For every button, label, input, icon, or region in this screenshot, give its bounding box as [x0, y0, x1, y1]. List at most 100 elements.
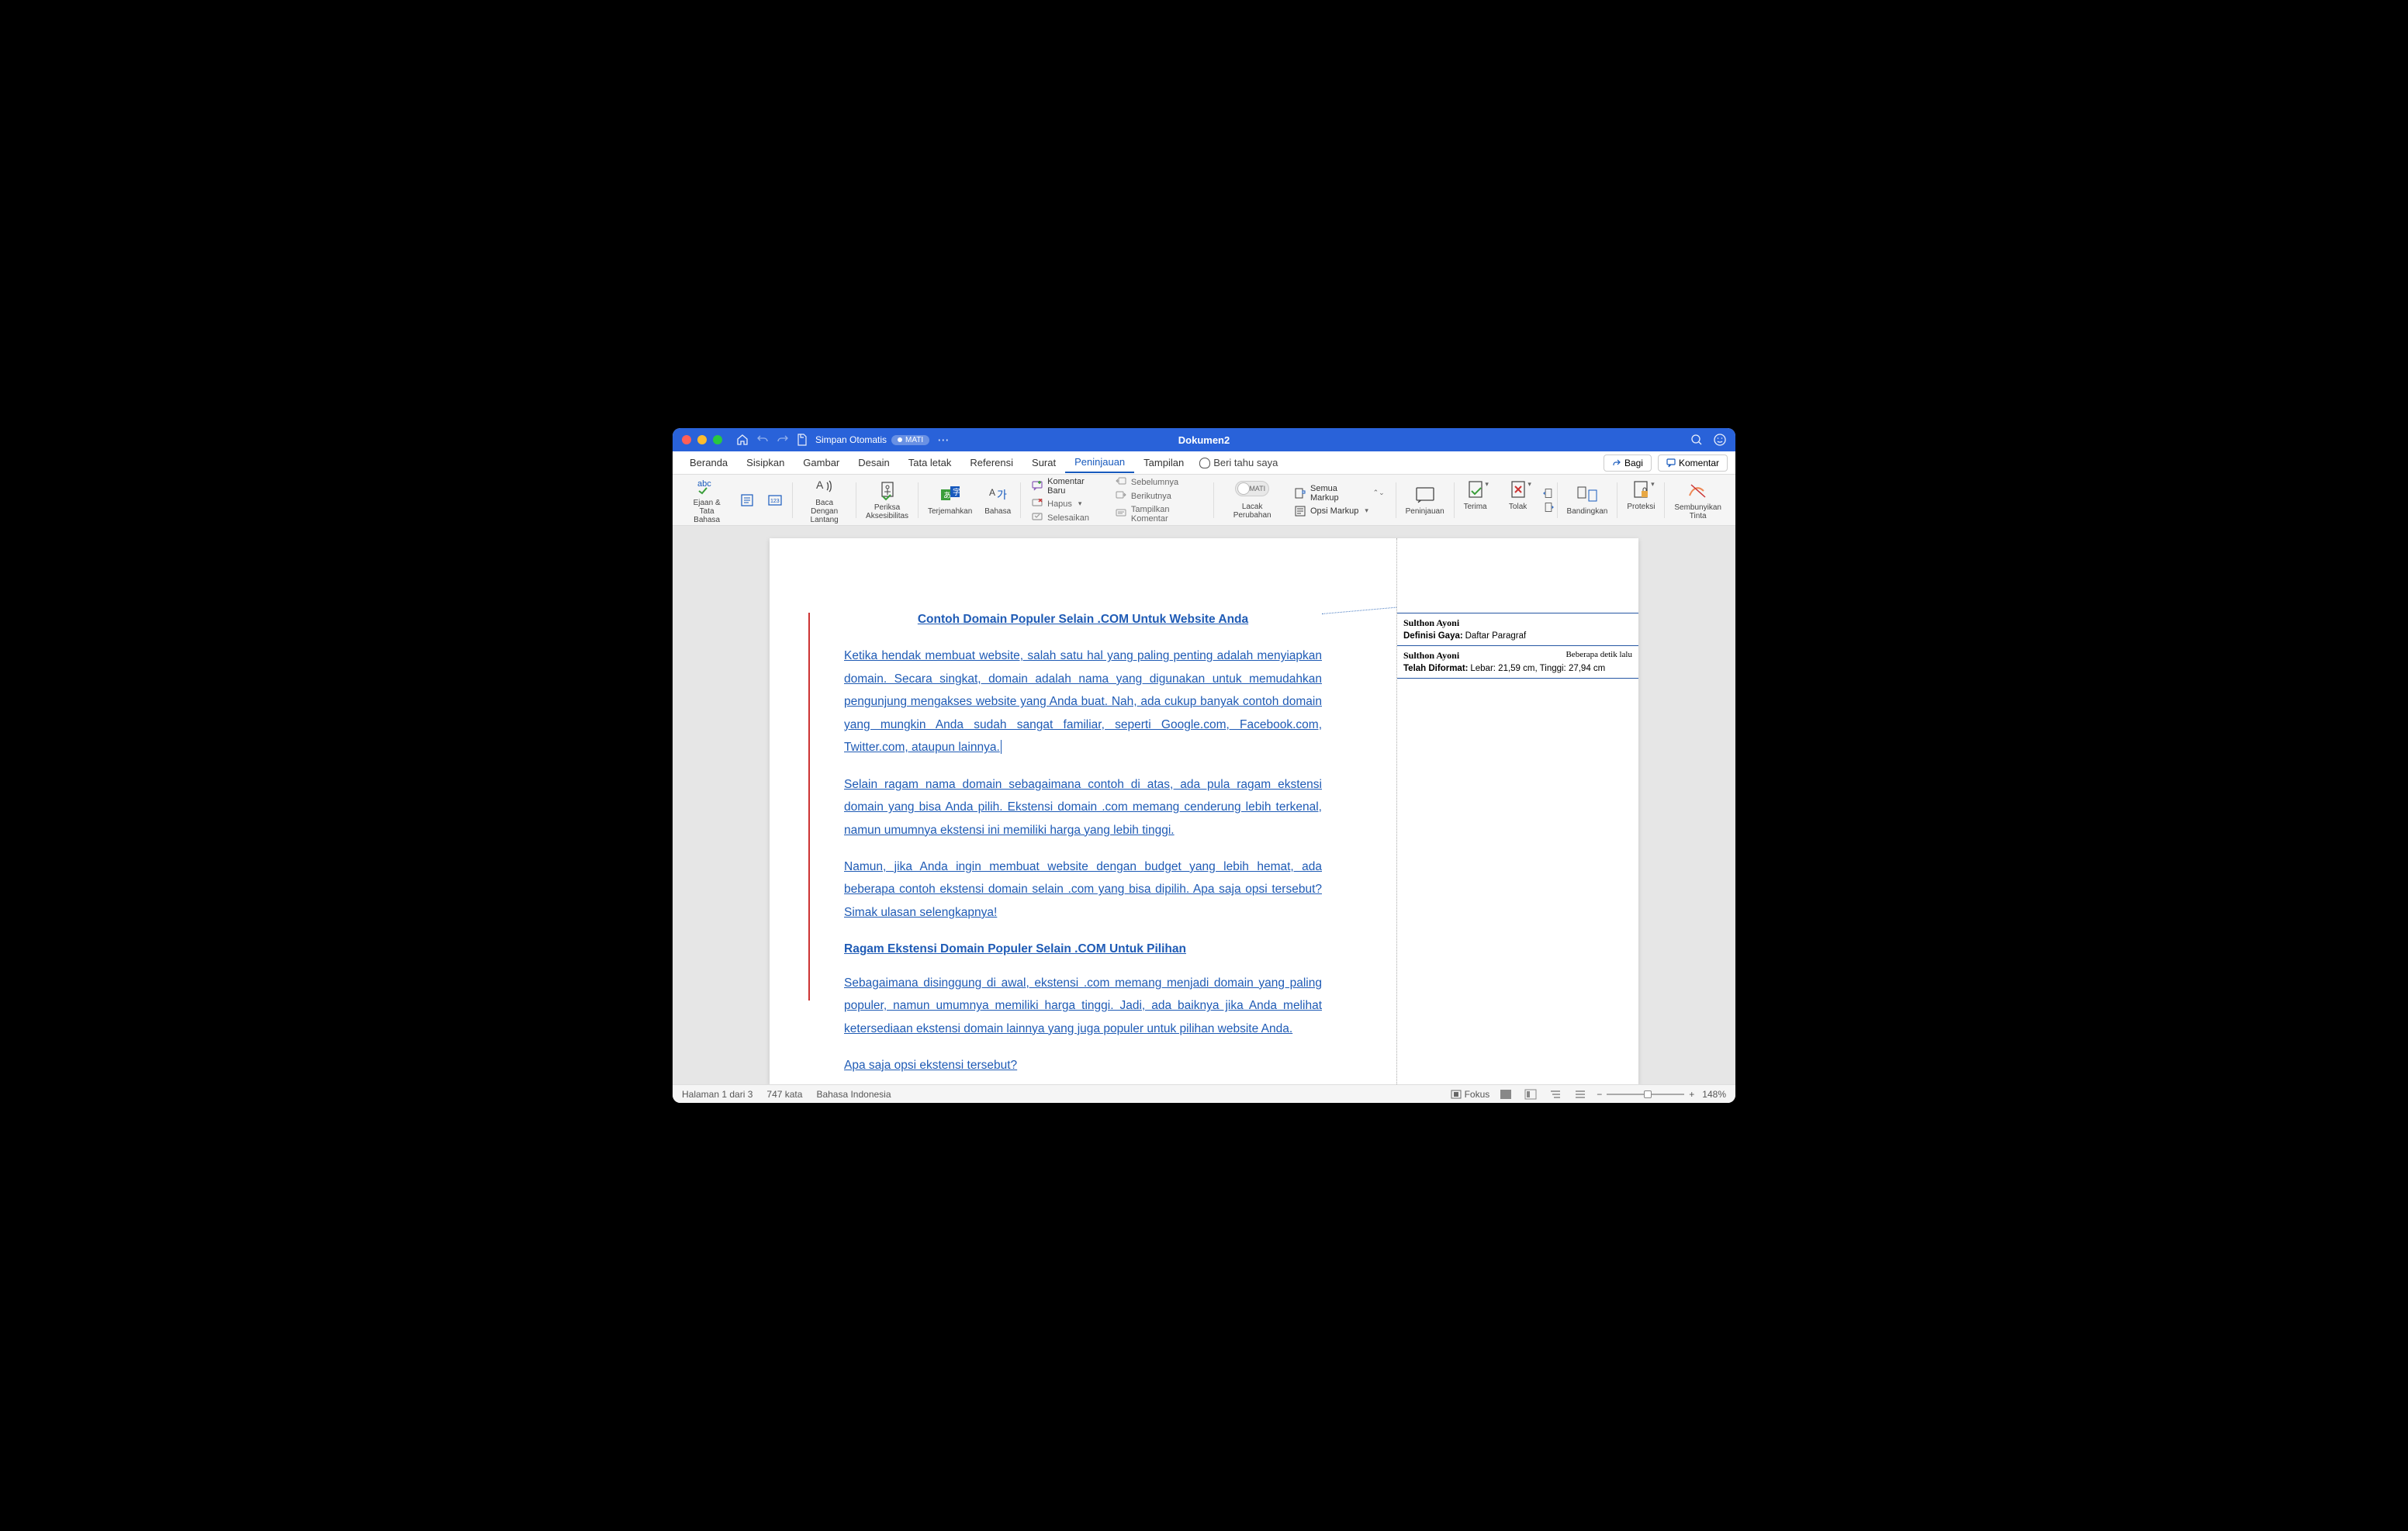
next-change-button[interactable]	[1543, 502, 1554, 513]
tab-gambar[interactable]: Gambar	[794, 453, 849, 472]
previous-icon	[1116, 477, 1126, 488]
svg-text:字: 字	[953, 487, 960, 497]
chevron-down-icon: ▾	[1365, 506, 1368, 515]
document-title: Dokumen2	[1178, 434, 1230, 446]
zoom-track[interactable]	[1607, 1094, 1684, 1095]
hide-ink-button[interactable]: Sembunyikan Tinta	[1668, 480, 1728, 520]
reject-label: Tolak	[1509, 503, 1527, 511]
track-changes-toggle[interactable]: MATI Lacak Perubahan	[1217, 481, 1287, 520]
tab-tataletak[interactable]: Tata letak	[899, 453, 961, 472]
show-comments-button[interactable]: Tampilkan Komentar	[1112, 504, 1206, 524]
tab-sisipkan[interactable]: Sisipkan	[737, 453, 794, 472]
reject-icon	[1507, 479, 1529, 501]
window-controls	[682, 435, 722, 444]
chevron-down-icon: ▾	[1527, 480, 1531, 489]
save-icon[interactable]	[797, 434, 808, 446]
redo-icon[interactable]	[777, 434, 789, 446]
page[interactable]: Contoh Domain Populer Selain .COM Untuk …	[770, 538, 1638, 1084]
word-count[interactable]: 747 kata	[766, 1089, 802, 1100]
resolve-label: Selesaikan	[1047, 513, 1089, 523]
tab-tampilan[interactable]: Tampilan	[1134, 453, 1193, 472]
comments-button[interactable]: Komentar	[1658, 454, 1728, 472]
accept-button[interactable]: Terima ▾	[1458, 479, 1493, 521]
bulb-icon	[1199, 458, 1210, 468]
reviewing-pane-button[interactable]: Peninjauan	[1399, 484, 1451, 516]
translate-button[interactable]: あ字 Terjemahkan	[922, 484, 978, 516]
zoom-in-button[interactable]: +	[1689, 1089, 1694, 1100]
translate-label: Terjemahkan	[928, 507, 972, 516]
titlebar: Simpan Otomatis MATI ⋯ Dokumen2	[673, 428, 1735, 451]
comment-delete-icon	[1032, 499, 1043, 510]
tab-referensi[interactable]: Referensi	[960, 453, 1022, 472]
undo-icon[interactable]	[756, 434, 769, 446]
protect-label: Proteksi	[1627, 503, 1655, 511]
protect-icon	[1630, 479, 1652, 501]
zoom-slider[interactable]: − +	[1597, 1089, 1694, 1100]
accessibility-button[interactable]: Periksa Aksesibilitas	[860, 480, 915, 520]
next-comment-button[interactable]: Berikutnya	[1112, 490, 1206, 503]
hide-ink-label: Sembunyikan Tinta	[1674, 503, 1721, 520]
zoom-out-button[interactable]: −	[1597, 1089, 1602, 1100]
paragraph-1: Ketika hendak membuat website, salah sat…	[844, 645, 1322, 759]
outline-view-button[interactable]	[1547, 1088, 1564, 1101]
previous-comment-button[interactable]: Sebelumnya	[1112, 476, 1206, 489]
share-button[interactable]: Bagi	[1604, 454, 1652, 472]
track-toggle[interactable]: MATI	[1235, 481, 1269, 496]
document-canvas: Contoh Domain Populer Selain .COM Untuk …	[673, 526, 1735, 1084]
compare-button[interactable]: Bandingkan	[1561, 484, 1614, 516]
thesaurus-button[interactable]	[733, 489, 761, 511]
reject-button[interactable]: Tolak ▾	[1501, 479, 1535, 521]
spelling-grammar-button[interactable]: abc Ejaan & Tata Bahasa	[680, 475, 733, 524]
zoom-thumb[interactable]	[1644, 1090, 1652, 1098]
accessibility-icon	[877, 480, 898, 502]
markup-display-selector[interactable]: Semua Markup ⌃⌄	[1292, 483, 1388, 503]
language-button[interactable]: A가 Bahasa	[978, 484, 1017, 516]
svg-text:가: 가	[997, 489, 1007, 501]
draft-view-button[interactable]	[1572, 1088, 1589, 1101]
page-indicator[interactable]: Halaman 1 dari 3	[682, 1089, 752, 1100]
home-icon[interactable]	[736, 434, 749, 446]
zoom-window-button[interactable]	[713, 435, 722, 444]
focus-mode-button[interactable]: Fokus	[1451, 1089, 1490, 1100]
new-comment-button[interactable]: Komentar Baru	[1029, 476, 1103, 496]
tab-surat[interactable]: Surat	[1022, 453, 1065, 472]
search-icon[interactable]	[1690, 434, 1703, 446]
svg-text:123: 123	[770, 499, 780, 504]
autosave-status[interactable]: Simpan Otomatis MATI	[815, 434, 929, 445]
emoji-icon[interactable]	[1714, 434, 1726, 446]
resolve-comment-button[interactable]: Selesaikan	[1029, 512, 1103, 524]
close-window-button[interactable]	[682, 435, 691, 444]
tell-me-label: Beri tahu saya	[1213, 457, 1278, 468]
chevron-down-icon: ▾	[1078, 499, 1082, 508]
reviewing-label: Peninjauan	[1406, 507, 1444, 516]
spelling-icon: abc	[696, 475, 718, 497]
markup-card-1[interactable]: Sulthon Ayoni Definisi Gaya: Daftar Para…	[1397, 613, 1638, 646]
compare-label: Bandingkan	[1567, 507, 1608, 516]
tell-me-search[interactable]: Beri tahu saya	[1199, 457, 1278, 468]
new-comment-label: Komentar Baru	[1047, 477, 1100, 496]
autosave-label: Simpan Otomatis	[815, 434, 887, 445]
zoom-level[interactable]: 148%	[1702, 1089, 1726, 1100]
markup-value: Daftar Paragraf	[1465, 631, 1527, 641]
protect-button[interactable]: Proteksi ▾	[1621, 479, 1661, 521]
print-layout-view-button[interactable]	[1497, 1088, 1514, 1101]
minimize-window-button[interactable]	[697, 435, 707, 444]
tab-beranda[interactable]: Beranda	[680, 453, 737, 472]
previous-change-button[interactable]	[1543, 488, 1554, 499]
word-count-button[interactable]: 123	[761, 489, 789, 511]
read-aloud-button[interactable]: A Baca Dengan Lantang	[796, 475, 853, 524]
language-indicator[interactable]: Bahasa Indonesia	[816, 1089, 891, 1100]
comments-label: Komentar	[1679, 458, 1719, 468]
delete-comment-button[interactable]: Hapus ▾	[1029, 498, 1103, 510]
more-icon[interactable]: ⋯	[937, 433, 949, 447]
subheading: Ragam Ekstensi Domain Populer Selain .CO…	[844, 938, 1322, 960]
tab-desain[interactable]: Desain	[849, 453, 898, 472]
web-layout-view-button[interactable]	[1522, 1088, 1539, 1101]
markup-card-2[interactable]: Sulthon Ayoni Beberapa detik lalu Telah …	[1397, 646, 1638, 679]
ribbon: abc Ejaan & Tata Bahasa 123 A Baca Denga…	[673, 475, 1735, 526]
paragraph-4: Sebagaimana disinggung di awal, ekstensi…	[844, 972, 1322, 1040]
tab-peninjauan[interactable]: Peninjauan	[1065, 452, 1134, 473]
markup-options-button[interactable]: Opsi Markup ▾	[1292, 505, 1388, 517]
markup-timestamp: Beberapa detik lalu	[1566, 649, 1632, 662]
document-body[interactable]: Contoh Domain Populer Selain .COM Untuk …	[770, 538, 1396, 1084]
